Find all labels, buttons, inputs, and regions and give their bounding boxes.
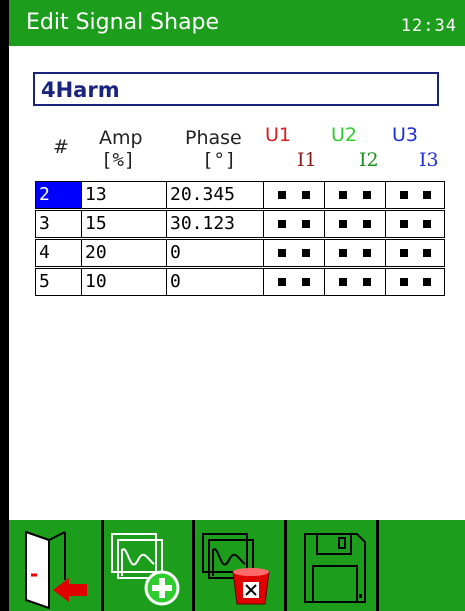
mark-i1 bbox=[302, 249, 310, 257]
channel-1-marks[interactable] bbox=[263, 181, 325, 209]
mark-u2 bbox=[339, 278, 347, 286]
exit-button[interactable] bbox=[9, 520, 104, 611]
channel-1-marks[interactable] bbox=[263, 239, 325, 267]
row-number-cell[interactable]: 3 bbox=[35, 210, 82, 238]
col-header-phase: Phase bbox=[185, 127, 242, 149]
delete-signal-icon bbox=[202, 533, 270, 605]
col-header-number: # bbox=[53, 136, 69, 158]
mark-u3 bbox=[399, 249, 408, 257]
col-header-amp: Amp bbox=[99, 127, 143, 149]
save-button[interactable] bbox=[287, 520, 379, 611]
channel-u3-label: U3 bbox=[392, 124, 418, 146]
table-row[interactable]: 3 15 30.123 bbox=[35, 210, 445, 238]
empty-softkey[interactable] bbox=[379, 520, 465, 611]
mark-i3 bbox=[422, 191, 431, 199]
channel-3-marks[interactable] bbox=[385, 268, 445, 296]
channel-3-marks[interactable] bbox=[385, 210, 445, 238]
table-row[interactable]: 2 13 20.345 bbox=[35, 181, 445, 209]
col-header-phase-unit: [°] bbox=[202, 149, 237, 171]
floppy-disk-icon bbox=[304, 533, 366, 603]
row-number-cell[interactable]: 2 bbox=[35, 181, 82, 209]
table-row[interactable]: 5 10 0 bbox=[35, 268, 445, 296]
mark-u3 bbox=[399, 191, 408, 199]
channel-i3-label: I3 bbox=[419, 149, 439, 171]
mark-i2 bbox=[363, 220, 371, 228]
row-number-cell[interactable]: 4 bbox=[35, 239, 82, 267]
mark-u2 bbox=[339, 191, 347, 199]
mark-i3 bbox=[422, 220, 431, 228]
channel-2-marks[interactable] bbox=[324, 268, 386, 296]
mark-i3 bbox=[422, 278, 431, 286]
channel-u2-label: U2 bbox=[331, 124, 357, 146]
phase-cell[interactable]: 30.123 bbox=[166, 210, 264, 238]
amp-cell[interactable]: 10 bbox=[81, 268, 167, 296]
amp-cell[interactable]: 15 bbox=[81, 210, 167, 238]
mark-u3 bbox=[399, 220, 408, 228]
col-header-amp-unit: [%] bbox=[101, 149, 136, 171]
mark-u2 bbox=[339, 220, 347, 228]
signal-name-value: 4Harm bbox=[41, 78, 120, 102]
mark-i1 bbox=[302, 278, 310, 286]
channel-i1-label: I1 bbox=[297, 149, 317, 171]
add-harmonic-button[interactable] bbox=[104, 520, 195, 611]
channel-1-marks[interactable] bbox=[263, 210, 325, 238]
amp-cell[interactable]: 13 bbox=[81, 181, 167, 209]
channel-1-marks[interactable] bbox=[263, 268, 325, 296]
channel-2-marks[interactable] bbox=[324, 210, 386, 238]
device-screen: Edit Signal Shape 12:34 4Harm # Amp [%] … bbox=[9, 0, 465, 611]
softkey-toolbar bbox=[9, 520, 465, 611]
amp-cell[interactable]: 20 bbox=[81, 239, 167, 267]
mark-u2 bbox=[339, 249, 347, 257]
channel-2-marks[interactable] bbox=[324, 181, 386, 209]
table-row[interactable]: 4 20 0 bbox=[35, 239, 445, 267]
mark-u3 bbox=[399, 278, 408, 286]
delete-harmonic-button[interactable] bbox=[195, 520, 287, 611]
mark-u1 bbox=[278, 191, 286, 199]
harmonics-table: 2 13 20.345 3 15 30.123 4 20 0 5 10 0 bbox=[35, 181, 445, 296]
row-number-cell[interactable]: 5 bbox=[35, 268, 82, 296]
channel-3-marks[interactable] bbox=[385, 239, 445, 267]
signal-name-field[interactable]: 4Harm bbox=[33, 72, 439, 106]
mark-u1 bbox=[278, 220, 286, 228]
mark-i1 bbox=[302, 191, 310, 199]
add-signal-icon bbox=[111, 533, 180, 606]
phase-cell[interactable]: 0 bbox=[166, 268, 264, 296]
channel-i2-label: I2 bbox=[359, 149, 379, 171]
mark-i2 bbox=[363, 191, 371, 199]
mark-i2 bbox=[363, 278, 371, 286]
screen-title: Edit Signal Shape bbox=[26, 10, 220, 35]
mark-i1 bbox=[302, 220, 310, 228]
mark-i3 bbox=[422, 249, 431, 257]
phase-cell[interactable]: 0 bbox=[166, 239, 264, 267]
mark-u1 bbox=[278, 278, 286, 286]
channel-2-marks[interactable] bbox=[324, 239, 386, 267]
channel-u1-label: U1 bbox=[265, 124, 291, 146]
clock: 12:34 bbox=[400, 16, 457, 36]
mark-u1 bbox=[278, 249, 286, 257]
phase-cell[interactable]: 20.345 bbox=[166, 181, 264, 209]
exit-door-icon bbox=[25, 530, 87, 610]
mark-i2 bbox=[363, 249, 371, 257]
channel-3-marks[interactable] bbox=[385, 181, 445, 209]
title-bar: Edit Signal Shape 12:34 bbox=[9, 0, 465, 46]
